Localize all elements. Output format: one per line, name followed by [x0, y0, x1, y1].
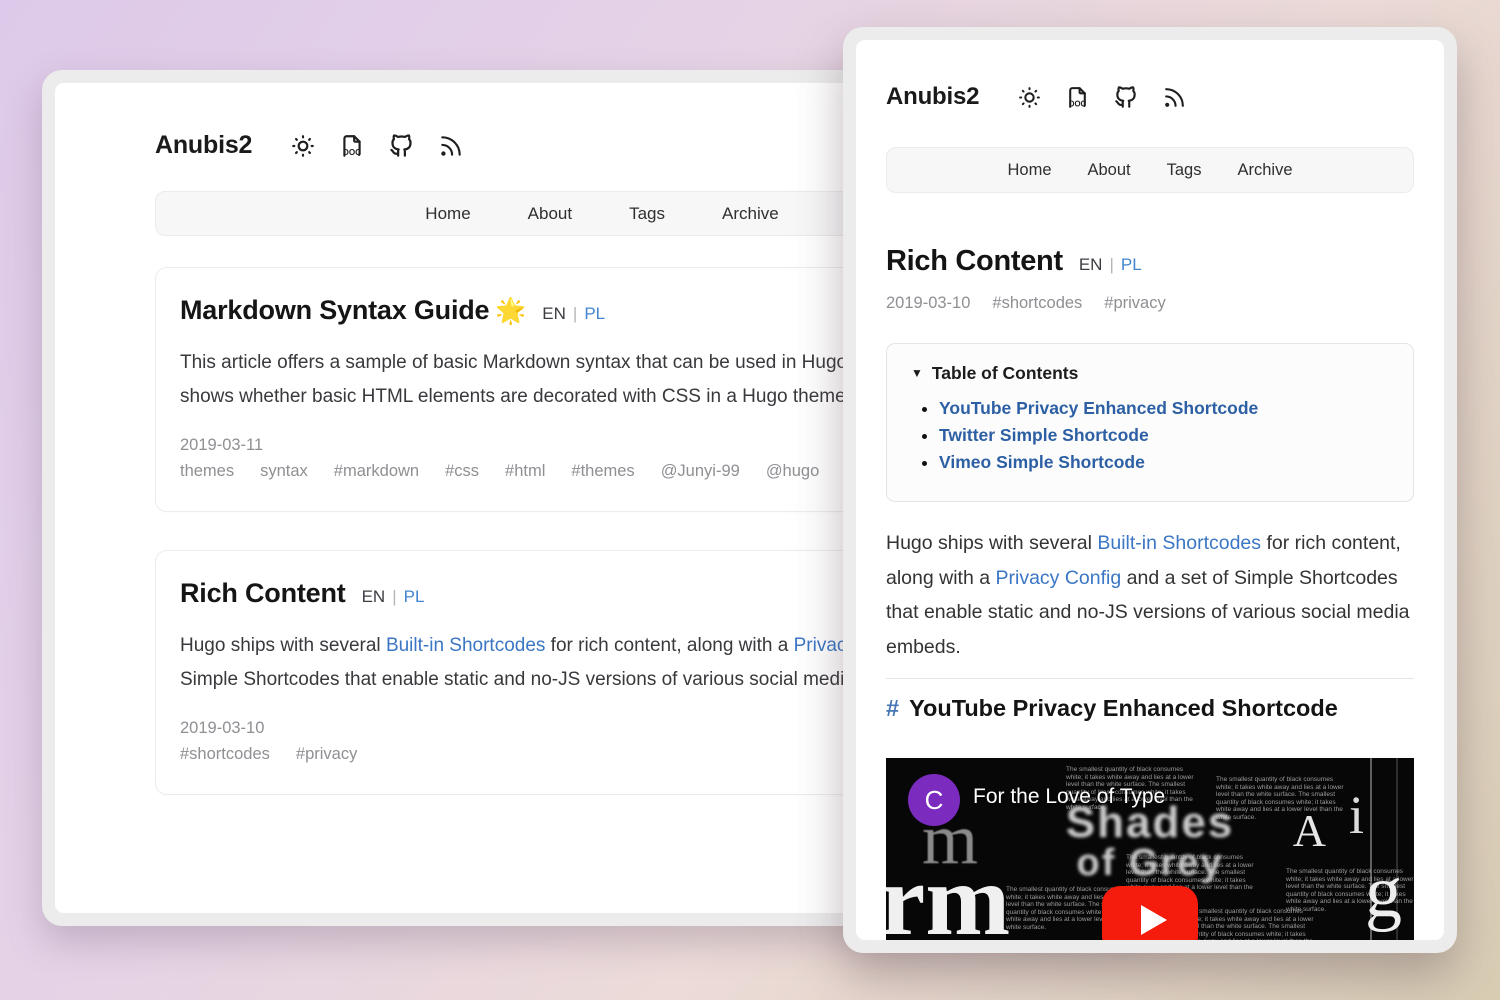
tag-shortcodes[interactable]: #shortcodes — [992, 294, 1082, 313]
tag-themes[interactable]: themes — [180, 462, 234, 481]
nav-item-about[interactable]: About — [1088, 161, 1131, 180]
summary-text: Hugo ships with several — [180, 635, 386, 656]
language-switch: EN | PL — [362, 587, 425, 607]
table-of-contents: ▼ Table of Contents YouTube Privacy Enhan… — [886, 343, 1414, 502]
svg-text:DOC: DOC — [343, 148, 361, 157]
toc-item: Twitter Simple Shortcode — [939, 425, 1389, 446]
divider — [886, 678, 1414, 679]
nav-item-about[interactable]: About — [528, 204, 572, 224]
thumbnail-letter: g — [1365, 851, 1402, 933]
nav-item-archive[interactable]: Archive — [1237, 161, 1292, 180]
svg-text:DOC: DOC — [1069, 99, 1087, 108]
tag-junyi-99[interactable]: @Junyi-99 — [661, 462, 740, 481]
toc-link-twitter[interactable]: Twitter Simple Shortcode — [939, 425, 1149, 445]
lang-separator: | — [1109, 255, 1114, 274]
nav-item-home[interactable]: Home — [425, 204, 470, 224]
post-detail-window: Anubis2 DOC Home About Tags Archive Rich… — [843, 27, 1457, 953]
github-icon[interactable] — [388, 132, 415, 159]
post-detail-page: Anubis2 DOC Home About Tags Archive Rich… — [856, 40, 1444, 940]
thumbnail-fine-print: The smallest quantity of black consumes … — [1216, 776, 1344, 821]
tag-themes[interactable]: #themes — [571, 462, 634, 481]
nav-item-tags[interactable]: Tags — [1167, 161, 1202, 180]
triangle-down-icon: ▼ — [911, 366, 923, 380]
channel-avatar[interactable]: C — [908, 774, 960, 826]
toc-link-vimeo[interactable]: Vimeo Simple Shortcode — [939, 452, 1145, 472]
toc-item: Vimeo Simple Shortcode — [939, 452, 1389, 473]
thumbnail-letter: rm — [886, 844, 1011, 940]
play-icon — [1140, 905, 1167, 935]
thumbnail-letter: i — [1348, 785, 1364, 845]
site-title[interactable]: Anubis2 — [155, 131, 252, 160]
lang-current: EN — [542, 304, 566, 323]
thumbnail-overlay-word: of Grey — [1076, 842, 1224, 884]
lang-separator: | — [392, 587, 397, 606]
language-switch: EN | PL — [542, 304, 605, 324]
section-heading: # YouTube Privacy Enhanced Shortcode — [886, 695, 1414, 722]
thumbnail-letter: A — [1292, 805, 1326, 856]
tag-syntax[interactable]: syntax — [260, 462, 308, 481]
body-text: Hugo ships with several — [886, 532, 1098, 554]
rss-icon[interactable] — [1162, 85, 1187, 110]
lang-alt-link[interactable]: PL — [404, 587, 425, 606]
doc-file-icon[interactable]: DOC — [339, 133, 365, 159]
doc-file-icon[interactable]: DOC — [1065, 85, 1090, 110]
lang-current: EN — [1078, 255, 1103, 274]
youtube-play-button[interactable] — [1102, 886, 1198, 940]
heading-anchor-link[interactable]: # — [886, 695, 899, 721]
summary-text: for rich content, along with a — [545, 635, 794, 656]
lang-alt-link[interactable]: PL — [1121, 255, 1142, 274]
youtube-embed[interactable]: The smallest quantity of black consumes … — [886, 758, 1414, 940]
privacy-config-link[interactable]: Privacy Config — [996, 567, 1122, 589]
post-title[interactable]: Markdown Syntax Guide 🌟 — [180, 295, 526, 326]
header-icons: DOC — [1017, 84, 1187, 110]
lang-current: EN — [361, 587, 386, 606]
toc-link-youtube[interactable]: YouTube Privacy Enhanced Shortcode — [939, 398, 1258, 418]
thumbnail-fine-print: The smallest quantity of black consumes … — [1186, 908, 1314, 940]
toc-list: YouTube Privacy Enhanced Shortcode Twitt… — [911, 398, 1389, 473]
site-title[interactable]: Anubis2 — [886, 83, 979, 111]
post-meta: 2019-03-10 #shortcodes #privacy — [886, 294, 1414, 313]
site-header: Anubis2 DOC — [886, 83, 1414, 111]
nav-item-archive[interactable]: Archive — [722, 204, 779, 224]
header-icons: DOC — [290, 132, 464, 159]
toc-item: YouTube Privacy Enhanced Shortcode — [939, 398, 1389, 419]
tag-privacy[interactable]: #privacy — [1104, 294, 1165, 313]
nav-item-home[interactable]: Home — [1007, 161, 1051, 180]
tag-css[interactable]: #css — [445, 462, 479, 481]
section-heading-text: YouTube Privacy Enhanced Shortcode — [909, 695, 1338, 721]
video-title-link[interactable]: For the Love of Type — [973, 785, 1165, 809]
tag-hugo[interactable]: @hugo — [766, 462, 819, 481]
builtin-shortcodes-link[interactable]: Built-in Shortcodes — [386, 635, 545, 656]
page-title: Rich Content — [886, 245, 1063, 277]
post-title-text: Markdown Syntax Guide — [180, 295, 490, 325]
post-date: 2019-03-10 — [886, 294, 971, 312]
github-icon[interactable] — [1113, 84, 1139, 110]
tag-markdown[interactable]: #markdown — [334, 462, 419, 481]
tag-shortcodes[interactable]: #shortcodes — [180, 745, 270, 764]
glowing-star-emoji: 🌟 — [495, 297, 527, 325]
toc-label: Table of Contents — [931, 363, 1079, 383]
sun-icon[interactable] — [1017, 85, 1042, 110]
lang-alt-link[interactable]: PL — [584, 304, 605, 323]
main-nav: Home About Tags Archive — [886, 147, 1414, 193]
builtin-shortcodes-link[interactable]: Built-in Shortcodes — [1097, 532, 1261, 554]
tag-html[interactable]: #html — [505, 462, 545, 481]
post-body-paragraph: Hugo ships with several Built-in Shortco… — [886, 526, 1414, 664]
nav-item-tags[interactable]: Tags — [629, 204, 665, 224]
sun-icon[interactable] — [290, 133, 316, 159]
language-switch: EN | PL — [1079, 255, 1142, 275]
rss-icon[interactable] — [438, 133, 464, 159]
lang-separator: | — [572, 304, 578, 323]
tag-privacy[interactable]: #privacy — [296, 745, 357, 764]
toc-toggle[interactable]: ▼ Table of Contents — [911, 363, 1389, 384]
post-title[interactable]: Rich Content — [180, 578, 346, 609]
